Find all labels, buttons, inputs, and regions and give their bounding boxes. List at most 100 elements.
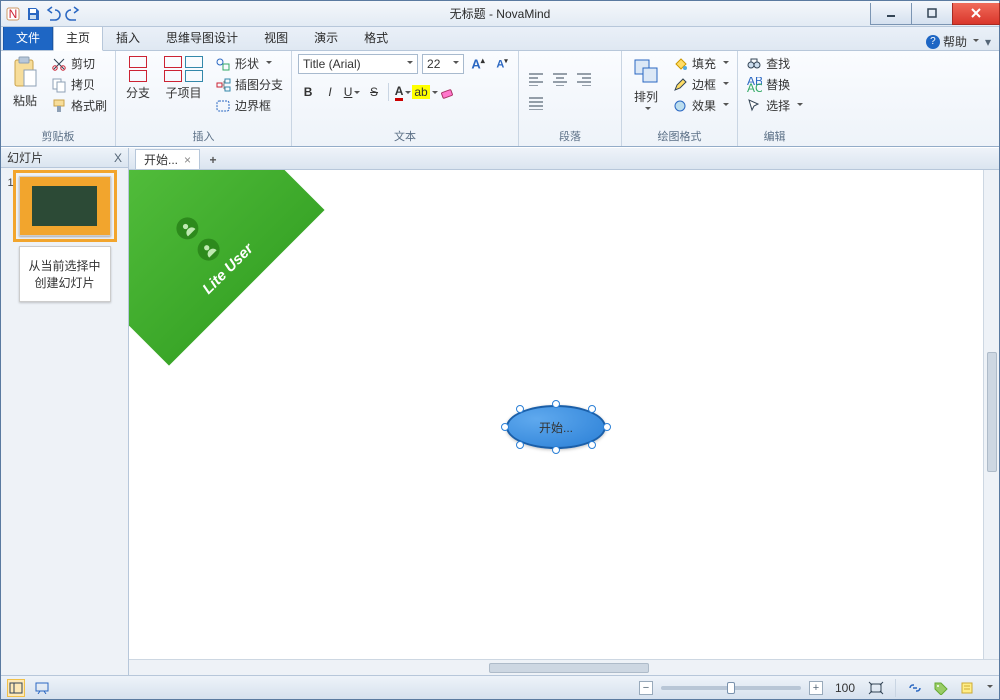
align-justify-button[interactable]	[525, 92, 547, 114]
resize-handle[interactable]	[588, 405, 596, 413]
branch-button[interactable]: 分支	[122, 54, 154, 103]
resize-handle[interactable]	[588, 441, 596, 449]
undo-icon[interactable]	[45, 6, 61, 22]
eraser-icon	[440, 85, 454, 99]
tab-insert[interactable]: 插入	[103, 24, 153, 50]
subbranch-button[interactable]: 插图分支	[213, 75, 285, 94]
collapse-ribbon-icon[interactable]: ▾	[985, 35, 991, 49]
link-icon[interactable]	[906, 679, 924, 697]
note-icon[interactable]	[958, 679, 976, 697]
arrange-icon	[632, 56, 660, 86]
normal-view-button[interactable]	[7, 679, 25, 697]
fill-button[interactable]: 填充	[670, 54, 731, 73]
tab-view[interactable]: 视图	[251, 24, 301, 50]
tab-format[interactable]: 格式	[351, 24, 401, 50]
user-icon	[172, 213, 203, 244]
group-insert: 分支 子项目 形状 插图分支 边界框 插入	[116, 51, 292, 146]
slides-panel-close[interactable]: X	[114, 151, 122, 165]
group-clipboard: 粘贴 剪切 拷贝 格式刷 剪贴板	[1, 51, 116, 146]
resize-handle[interactable]	[501, 423, 509, 431]
resize-handle[interactable]	[516, 441, 524, 449]
app-window: { "titlebar": { "title": "无标题 - NovaMind…	[0, 0, 1000, 700]
resize-handle[interactable]	[552, 400, 560, 408]
minimize-button[interactable]	[870, 3, 912, 25]
align-center-button[interactable]	[549, 68, 571, 90]
clear-format-button[interactable]	[437, 82, 457, 102]
scroll-thumb[interactable]	[987, 352, 997, 472]
grow-font-button[interactable]: A▴	[468, 54, 488, 74]
underline-button[interactable]: U	[342, 82, 362, 102]
close-tab-icon[interactable]: ×	[184, 153, 191, 167]
status-bar: − + 100	[1, 675, 999, 699]
tag-icon[interactable]	[932, 679, 950, 697]
bold-button[interactable]: B	[298, 82, 318, 102]
replace-button[interactable]: ABAC替换	[744, 75, 805, 94]
canvas[interactable]: Lite User 开始...	[129, 170, 983, 659]
brush-icon	[51, 98, 67, 114]
help-button[interactable]: ?帮助	[926, 33, 979, 50]
slides-panel: 幻灯片 X 1 从当前选择中创建幻灯片	[1, 148, 129, 675]
vertical-scrollbar[interactable]	[983, 170, 999, 659]
fit-page-button[interactable]	[867, 679, 885, 697]
scissors-icon	[51, 56, 67, 72]
root-node[interactable]: 开始...	[506, 405, 606, 449]
copy-button[interactable]: 拷贝	[49, 75, 109, 94]
italic-button[interactable]: I	[320, 82, 340, 102]
arrange-button[interactable]: 排列	[628, 54, 664, 115]
window-title: 无标题 - NovaMind	[1, 5, 999, 22]
zoom-in-button[interactable]: +	[809, 681, 823, 695]
maximize-button[interactable]	[911, 3, 953, 25]
status-menu-icon[interactable]	[987, 685, 993, 691]
horizontal-scrollbar[interactable]	[129, 659, 999, 675]
shrink-font-button[interactable]: A▾	[492, 54, 512, 74]
tab-home[interactable]: 主页	[53, 24, 103, 51]
tab-present[interactable]: 演示	[301, 24, 351, 50]
paste-icon	[11, 56, 39, 90]
presentation-view-button[interactable]	[33, 679, 51, 697]
resize-handle[interactable]	[516, 405, 524, 413]
ribbon: 粘贴 剪切 拷贝 格式刷 剪贴板 分支 子项目 形状 插	[1, 51, 999, 147]
new-slide-from-selection[interactable]: 从当前选择中创建幻灯片	[19, 246, 111, 302]
resize-handle[interactable]	[603, 423, 611, 431]
resize-handle[interactable]	[552, 446, 560, 454]
doc-tab-1[interactable]: 开始...×	[135, 149, 200, 169]
pen-icon	[672, 77, 688, 93]
svg-text:AC: AC	[747, 81, 762, 93]
scroll-thumb[interactable]	[489, 663, 649, 673]
slide-thumb-1[interactable]: 1	[19, 176, 111, 236]
cursor-icon	[746, 98, 762, 114]
effects-button[interactable]: 效果	[670, 96, 731, 115]
tab-design[interactable]: 思维导图设计	[153, 24, 251, 50]
effects-icon	[672, 98, 688, 114]
highlight-button[interactable]: ab	[415, 82, 435, 102]
select-button[interactable]: 选择	[744, 96, 805, 115]
svg-text:N: N	[9, 7, 18, 21]
zoom-thumb[interactable]	[727, 682, 735, 694]
cut-button[interactable]: 剪切	[49, 54, 109, 73]
slides-panel-title: 幻灯片	[7, 149, 43, 166]
border-button[interactable]: 边界框	[213, 96, 285, 115]
user-icon	[193, 234, 224, 265]
add-tab-button[interactable]: +	[204, 151, 222, 169]
zoom-out-button[interactable]: −	[639, 681, 653, 695]
strike-button[interactable]: S	[364, 82, 384, 102]
document-tabs: 开始...× +	[129, 148, 999, 170]
zoom-slider[interactable]	[661, 686, 801, 690]
format-painter-button[interactable]: 格式刷	[49, 96, 109, 115]
shape-button[interactable]: 形状	[213, 54, 285, 73]
redo-icon[interactable]	[65, 6, 81, 22]
group-edit: 查找 ABAC替换 选择 编辑	[738, 51, 811, 146]
align-right-button[interactable]	[573, 68, 595, 90]
binoculars-icon	[746, 56, 762, 72]
find-button[interactable]: 查找	[744, 54, 805, 73]
tab-file[interactable]: 文件	[3, 24, 53, 50]
align-left-button[interactable]	[525, 68, 547, 90]
font-size-select[interactable]: 22	[422, 54, 464, 74]
outline-button[interactable]: 边框	[670, 75, 731, 94]
save-icon[interactable]	[25, 6, 41, 22]
font-select[interactable]: Title (Arial)	[298, 54, 418, 74]
font-color-button[interactable]: A	[393, 82, 413, 102]
close-button[interactable]	[952, 3, 1000, 25]
paste-button[interactable]: 粘贴	[7, 54, 43, 111]
subitem-button[interactable]: 子项目	[160, 54, 207, 103]
